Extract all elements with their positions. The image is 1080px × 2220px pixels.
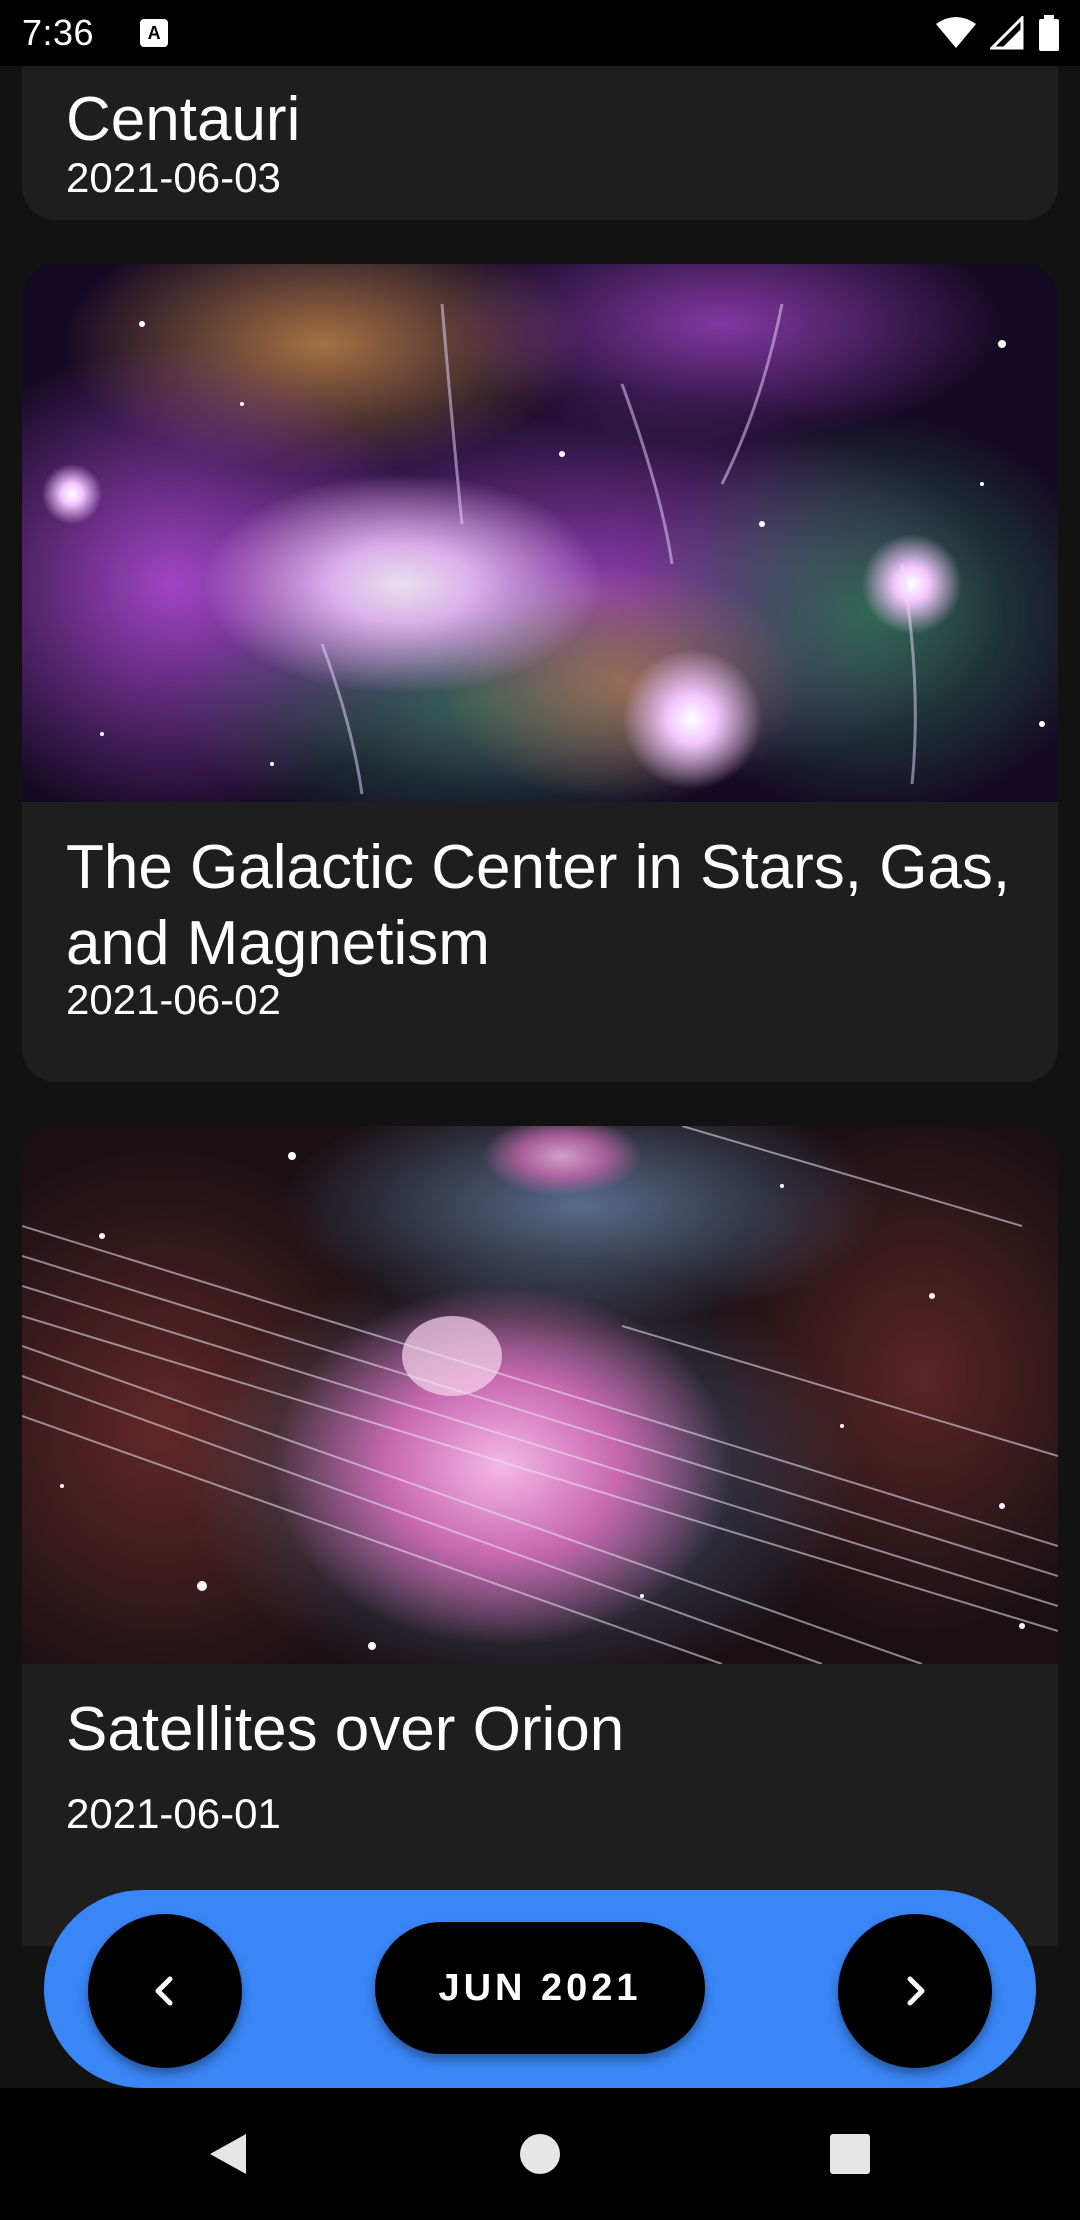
status-icons: [936, 15, 1060, 51]
chevron-right-icon: [907, 1976, 925, 2006]
orion-nebula-satellite-trails-image: [22, 1126, 1058, 1664]
a-keyboard-icon: A: [140, 19, 169, 47]
apod-card[interactable]: Satellites over Orion 2021-06-01: [22, 1126, 1058, 1946]
next-month-button[interactable]: [838, 1914, 992, 2068]
month-pager: JUN 2021: [44, 1890, 1036, 2088]
card-title: Centauri: [66, 85, 301, 154]
home-circle-icon: [520, 2134, 560, 2174]
recents-square-icon: [830, 2134, 870, 2174]
apod-card[interactable]: The Galactic Center in Stars, Gas, and M…: [22, 264, 1058, 1082]
system-nav-bar: [0, 2088, 1080, 2220]
home-button[interactable]: [460, 2088, 620, 2220]
recents-button[interactable]: [770, 2088, 930, 2220]
previous-month-button[interactable]: [88, 1914, 242, 2068]
signal-icon: [990, 16, 1024, 50]
status-time: 7:36: [22, 12, 95, 53]
galactic-center-nebula-image: [22, 264, 1058, 802]
card-title: The Galactic Center in Stars, Gas, and M…: [66, 833, 1011, 978]
back-triangle-icon: [210, 2134, 246, 2174]
card-date: 2021-06-03: [66, 154, 281, 201]
month-label-button[interactable]: JUN 2021: [375, 1922, 705, 2054]
card-date: 2021-06-01: [66, 1790, 281, 1837]
card-date: 2021-06-02: [66, 976, 281, 1023]
status-left: 7:36 A: [22, 12, 169, 54]
wifi-icon: [936, 17, 976, 48]
apod-list[interactable]: Centauri 2021-06-03 The Galactic Center …: [0, 66, 1080, 2088]
back-button[interactable]: [148, 2088, 308, 2220]
status-bar: 7:36 A: [0, 0, 1080, 66]
chevron-left-icon: [155, 1976, 173, 2006]
battery-icon: [1039, 15, 1059, 51]
card-title: Satellites over Orion: [66, 1695, 625, 1764]
apod-card[interactable]: Centauri 2021-06-03: [22, 66, 1058, 220]
